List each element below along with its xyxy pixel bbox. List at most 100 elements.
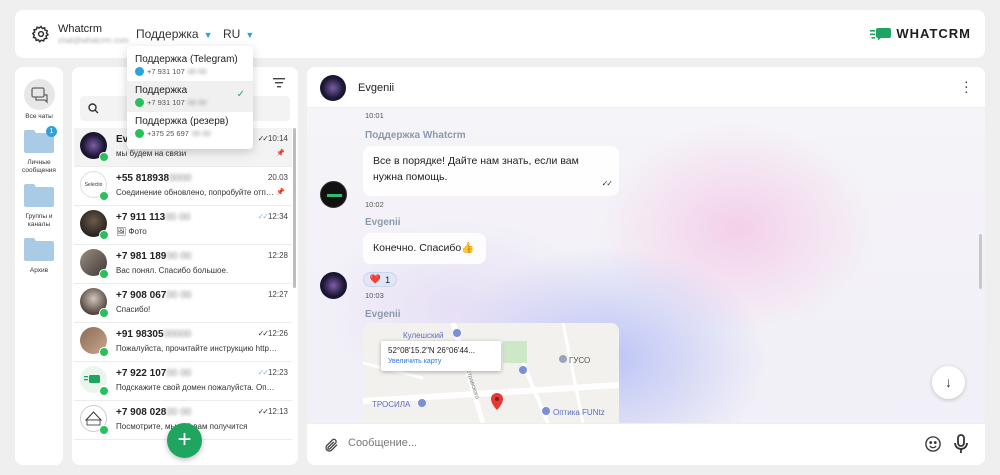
paperclip-icon[interactable] — [323, 437, 339, 456]
new-chat-button[interactable]: + — [167, 423, 202, 458]
chat-list-item[interactable]: Selectio +55 8189380000 20.03 Соединение… — [74, 167, 292, 206]
read-ticks-icon: ✓✓ — [257, 134, 269, 143]
channel-option-name: Поддержка — [135, 85, 188, 96]
avatar[interactable] — [320, 75, 346, 101]
logo-text: WHATCRM — [896, 26, 971, 41]
chevron-down-icon: ▼ — [245, 30, 255, 40]
chat-preview: Пожалуйста, прочитайте инструкцию https:… — [116, 344, 278, 353]
whatsapp-icon — [99, 347, 109, 357]
pin-icon: 📌 — [276, 150, 285, 157]
chat-time: 10:14 — [267, 134, 288, 143]
all-chats-button[interactable] — [24, 79, 55, 110]
chat-list-item[interactable]: +91 9830500000 ✓✓ 12:26 Пожалуйста, проч… — [74, 323, 292, 362]
whatsapp-icon — [99, 308, 109, 318]
reaction-badge[interactable]: ❤️ 1 — [363, 272, 397, 287]
channel-selector-label: Поддержка — [136, 27, 199, 41]
message-time: 10:01 — [365, 111, 384, 120]
chat-name: +7 908 06700 00 — [116, 290, 192, 301]
composer — [307, 423, 985, 465]
chat-preview: Спасибо! — [116, 305, 151, 314]
chat-scrollbar[interactable] — [979, 234, 982, 289]
channel-dropdown: Поддержка (Telegram) +7 931 107 00 00 Под… — [127, 46, 253, 149]
heart-icon: ❤️ — [369, 274, 382, 284]
enlarge-map-link[interactable]: Увеличить карту — [388, 358, 494, 365]
chat-list-item[interactable]: +7 981 18900 00 12:28 Вас понял. Спасибо… — [74, 245, 292, 284]
whatsapp-icon — [99, 191, 109, 201]
whatsapp-icon — [99, 230, 109, 240]
read-ticks-icon: ✓✓ — [601, 179, 613, 188]
location-map[interactable]: Кулешский ГУСО ТРОСИЛА Оптика FUNtz Остр… — [363, 323, 619, 423]
pin-icon: 📌 — [276, 189, 285, 196]
chat-time: 12:26 — [267, 329, 288, 338]
chat-time: 12:28 — [267, 251, 288, 260]
message-time: 10:02 — [365, 200, 384, 209]
chat-list-scrollbar[interactable] — [293, 128, 296, 288]
whatsapp-icon — [135, 129, 144, 138]
channel-selector[interactable]: Поддержка ▼ — [136, 27, 213, 41]
channel-option-phone: +7 931 107 — [147, 98, 185, 107]
reaction-count: 1 — [385, 274, 391, 285]
message-bubble[interactable]: Все в порядке! Дайте нам знать, если вам… — [363, 146, 619, 196]
channel-option[interactable]: Поддержка (резерв) +375 25 697 00 00 — [127, 112, 253, 143]
chat-header: Evgenii · · · — [307, 67, 985, 108]
scroll-down-button[interactable]: ↓ — [932, 366, 965, 399]
message-bubble[interactable]: Конечно. Спасибо👍 — [363, 233, 486, 264]
chat-name: +7 922 10700 00 — [116, 368, 192, 379]
avatar — [320, 272, 347, 299]
message-sender: Evgenii — [365, 309, 401, 320]
filter-icon[interactable] — [273, 78, 285, 88]
folder-label-personal: Личные сообщения — [22, 159, 56, 174]
channel-option-phone-hidden: 00 00 — [191, 129, 211, 138]
read-ticks-icon: ✓✓ — [257, 329, 269, 338]
emoji-icon[interactable] — [924, 435, 942, 456]
chat-name: +7 981 18900 00 — [116, 251, 192, 262]
contact-name[interactable]: Evgenii — [358, 82, 394, 94]
whatsapp-icon — [99, 425, 109, 435]
chat-list: Ev ✓✓ 10:14 мы будем на связи 📌 Selectio… — [74, 128, 292, 440]
whatsapp-icon — [135, 98, 144, 107]
whatsapp-icon — [99, 386, 109, 396]
delivered-ticks-icon: ✓✓ — [257, 368, 269, 377]
channel-option-name: Поддержка (резерв) — [135, 116, 229, 127]
logo: WHATCRM — [870, 26, 971, 41]
chat-name: +91 9830500000 — [116, 329, 192, 340]
folder-personal[interactable]: 1 — [24, 126, 57, 153]
folder-unread-badge: 1 — [46, 126, 57, 137]
chat-list-item[interactable]: +7 911 11300 00 ✓✓ 12:34 🖼 Фото — [74, 206, 292, 245]
check-icon: ✓ — [236, 89, 245, 100]
microphone-icon[interactable] — [954, 434, 968, 457]
logo-icon — [870, 27, 892, 40]
chat-preview: мы будем на связи — [116, 149, 187, 158]
more-options-icon[interactable]: · · · — [964, 74, 969, 98]
channel-option-phone-hidden: 00 00 — [187, 67, 207, 76]
chat-preview: 🖼 Фото — [116, 227, 147, 236]
folder-label-groups: Группы и каналы — [25, 213, 53, 228]
chat-list-item[interactable]: +7 922 10700 00 ✓✓ 12:23 Подскажите свой… — [74, 362, 292, 401]
chat-list-item[interactable]: +7 908 06700 00 12:27 Спасибо! — [74, 284, 292, 323]
folder-archive[interactable] — [24, 237, 54, 261]
language-selector[interactable]: RU ▼ — [223, 27, 254, 41]
map-popup: 52°08'15.2"N 26°06'44... Увеличить карту — [381, 341, 501, 371]
whatsapp-icon — [99, 152, 109, 162]
map-label: ТРОСИЛА — [372, 400, 411, 409]
message-input[interactable] — [348, 437, 908, 449]
channel-option[interactable]: Поддержка +7 931 107 00 00 ✓ — [127, 81, 253, 112]
map-label: Кулешский — [403, 331, 444, 340]
channel-option[interactable]: Поддержка (Telegram) +7 931 107 00 00 — [127, 50, 253, 81]
message-sender: Поддержка Whatcrm — [365, 130, 466, 141]
chat-preview: Подскажите свой домен пожалуйста. Оплата… — [116, 383, 278, 392]
folder-label-all: Все чаты — [25, 113, 53, 120]
folders-sidebar: Все чаты 1 Личные сообщения Группы и кан… — [15, 67, 63, 465]
folder-label-archive: Архив — [29, 267, 49, 274]
chat-preview: Вас понял. Спасибо большое. — [116, 266, 229, 275]
channel-option-phone: +375 25 697 — [147, 129, 189, 138]
chat-panel: Evgenii · · · 10:01 Поддержка Whatcrm Все … — [307, 67, 985, 465]
chat-name: +55 8189380000 — [116, 173, 192, 184]
gear-icon[interactable] — [31, 25, 50, 43]
folder-groups[interactable] — [24, 183, 54, 207]
message-text: Все в порядке! Дайте нам знать, если вам… — [373, 155, 579, 183]
search-icon — [88, 103, 99, 117]
telegram-icon — [135, 67, 144, 76]
account-email: chat@whatcrm.com — [58, 36, 129, 45]
language-label: RU — [223, 27, 241, 41]
